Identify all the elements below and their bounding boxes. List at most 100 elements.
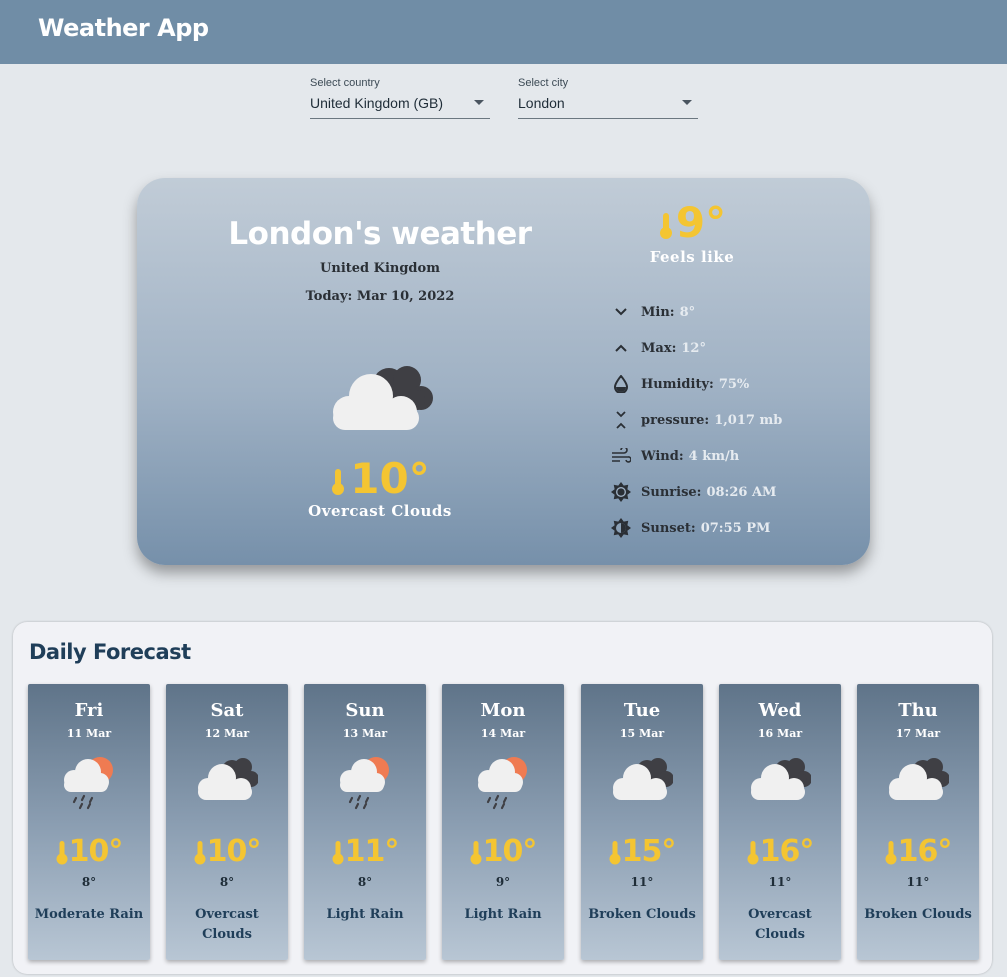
stat-value: 07:55 PM xyxy=(700,520,771,536)
current-country: United Kingdom xyxy=(320,261,440,276)
pressure-icon xyxy=(611,410,631,430)
current-temperature: 10° xyxy=(137,454,623,503)
forecast-low-temp: 9° xyxy=(495,875,511,889)
stat-key: Humidity: xyxy=(641,376,714,392)
stat-value: 08:26 AM xyxy=(706,484,777,500)
forecast-temp-value: 10° xyxy=(206,834,262,869)
forecast-day-name: Thu xyxy=(898,700,938,721)
overcast-clouds-icon xyxy=(749,754,812,814)
forecast-day-card: Tue 15 Mar 15° 11° Broken Clouds xyxy=(581,684,703,960)
forecast-temperature: 16° xyxy=(857,834,979,869)
forecast-day-name: Fri xyxy=(74,700,104,721)
country-select-value[interactable]: United Kingdom (GB) xyxy=(310,95,443,111)
forecast-day-card: Wed 16 Mar 16° 11° Overcast Clouds xyxy=(719,684,841,960)
forecast-description: Broken Clouds xyxy=(588,907,696,922)
forecast-low-temp: 8° xyxy=(81,875,97,889)
forecast-title: Daily Forecast xyxy=(29,640,191,664)
forecast-temperature: 10° xyxy=(28,834,150,869)
forecast-description: Broken Clouds xyxy=(864,907,972,922)
stat-value: 12° xyxy=(681,340,706,356)
app-title: Weather App xyxy=(38,14,209,42)
forecast-description: Overcast Clouds xyxy=(748,907,812,942)
thermometer-icon xyxy=(56,834,69,869)
dropdown-arrow-icon[interactable] xyxy=(682,100,692,105)
forecast-date: 12 Mar xyxy=(204,727,250,740)
forecast-temperature: 16° xyxy=(719,834,841,869)
broken-clouds-icon xyxy=(611,754,674,814)
stat-key: Sunrise: xyxy=(641,484,702,500)
stat-value: 75% xyxy=(718,376,750,392)
forecast-temperature: 11° xyxy=(304,834,426,869)
stat-sunset: Sunset: 07:55 PM xyxy=(611,516,770,540)
stat-key: pressure: xyxy=(641,412,710,428)
forecast-day-card: Mon 14 Mar 10° 9° Light Rain xyxy=(442,684,564,960)
stat-key: Max: xyxy=(641,340,677,356)
wind-icon xyxy=(611,446,631,466)
stat-max: Max: 12° xyxy=(611,336,706,360)
stat-value: 4 km/h xyxy=(688,448,740,464)
thermometer-icon xyxy=(194,834,207,869)
feels-like-value: 9° xyxy=(675,198,727,247)
current-weather-title: London's weather xyxy=(228,216,532,252)
feels-like-label: Feels like xyxy=(649,248,735,266)
rain-sun-icon xyxy=(472,754,534,814)
forecast-description: Overcast Clouds xyxy=(195,907,259,942)
forecast-low-temp: 11° xyxy=(630,875,654,889)
chevron-down-icon xyxy=(611,302,631,322)
forecast-temp-value: 16° xyxy=(897,834,953,869)
rain-sun-icon xyxy=(334,754,396,814)
thermometer-icon xyxy=(470,834,483,869)
feels-like-temperature: 9° xyxy=(577,198,807,247)
stat-value: 8° xyxy=(679,304,696,320)
forecast-description: Light Rain xyxy=(464,907,542,922)
forecast-day-name: Tue xyxy=(623,700,661,721)
forecast-day-card: Thu 17 Mar 16° 11° Broken Clouds xyxy=(857,684,979,960)
daily-forecast-panel: Daily Forecast Fri 11 Mar 10° 8° Moderate Ra… xyxy=(13,622,992,974)
overcast-clouds-icon xyxy=(196,754,259,814)
forecast-date: 16 Mar xyxy=(757,727,803,740)
forecast-temp-value: 15° xyxy=(621,834,677,869)
forecast-low-temp: 8° xyxy=(357,875,373,889)
forecast-temperature: 10° xyxy=(166,834,288,869)
dropdown-arrow-icon[interactable] xyxy=(474,100,484,105)
forecast-temperature: 15° xyxy=(581,834,703,869)
stat-min: Min: 8° xyxy=(611,300,695,324)
app-bar: Weather App xyxy=(0,0,1007,64)
current-condition: Overcast Clouds xyxy=(308,502,452,520)
stat-key: Sunset: xyxy=(641,520,696,536)
forecast-day-name: Mon xyxy=(480,700,526,721)
forecast-date: 17 Mar xyxy=(895,727,941,740)
stat-key: Min: xyxy=(641,304,675,320)
chevron-up-icon xyxy=(611,338,631,358)
forecast-date: 15 Mar xyxy=(619,727,665,740)
forecast-temp-value: 10° xyxy=(482,834,538,869)
country-select-label: Select country xyxy=(310,77,380,89)
forecast-date: 11 Mar xyxy=(66,727,112,740)
stat-pressure: pressure: 1,017 mb xyxy=(611,408,782,432)
forecast-date: 13 Mar xyxy=(342,727,388,740)
stat-humidity: Humidity: 75% xyxy=(611,372,749,396)
country-select[interactable]: Select country United Kingdom (GB) xyxy=(310,76,490,119)
stat-wind: Wind: 4 km/h xyxy=(611,444,739,468)
city-select[interactable]: Select city London xyxy=(518,76,698,119)
stat-key: Wind: xyxy=(641,448,684,464)
forecast-temperature: 10° xyxy=(442,834,564,869)
forecast-temp-value: 16° xyxy=(759,834,815,869)
forecast-day-name: Wed xyxy=(758,700,802,721)
thermometer-icon xyxy=(659,212,672,239)
forecast-day-card: Sat 12 Mar 10° 8° Overcast Clouds xyxy=(166,684,288,960)
broken-clouds-icon xyxy=(887,754,950,814)
forecast-description: Moderate Rain xyxy=(34,907,144,922)
sunrise-icon xyxy=(611,482,631,502)
thermometer-icon xyxy=(609,834,622,869)
stat-sunrise: Sunrise: 08:26 AM xyxy=(611,480,776,504)
forecast-low-temp: 11° xyxy=(906,875,930,889)
city-select-value[interactable]: London xyxy=(518,95,565,111)
city-select-label: Select city xyxy=(518,77,569,89)
forecast-day-name: Sun xyxy=(345,700,385,721)
thermometer-icon xyxy=(885,834,898,869)
rain-sun-icon xyxy=(58,754,120,814)
thermometer-icon xyxy=(332,468,345,495)
forecast-day-name: Sat xyxy=(210,700,244,721)
forecast-temp-value: 10° xyxy=(68,834,124,869)
